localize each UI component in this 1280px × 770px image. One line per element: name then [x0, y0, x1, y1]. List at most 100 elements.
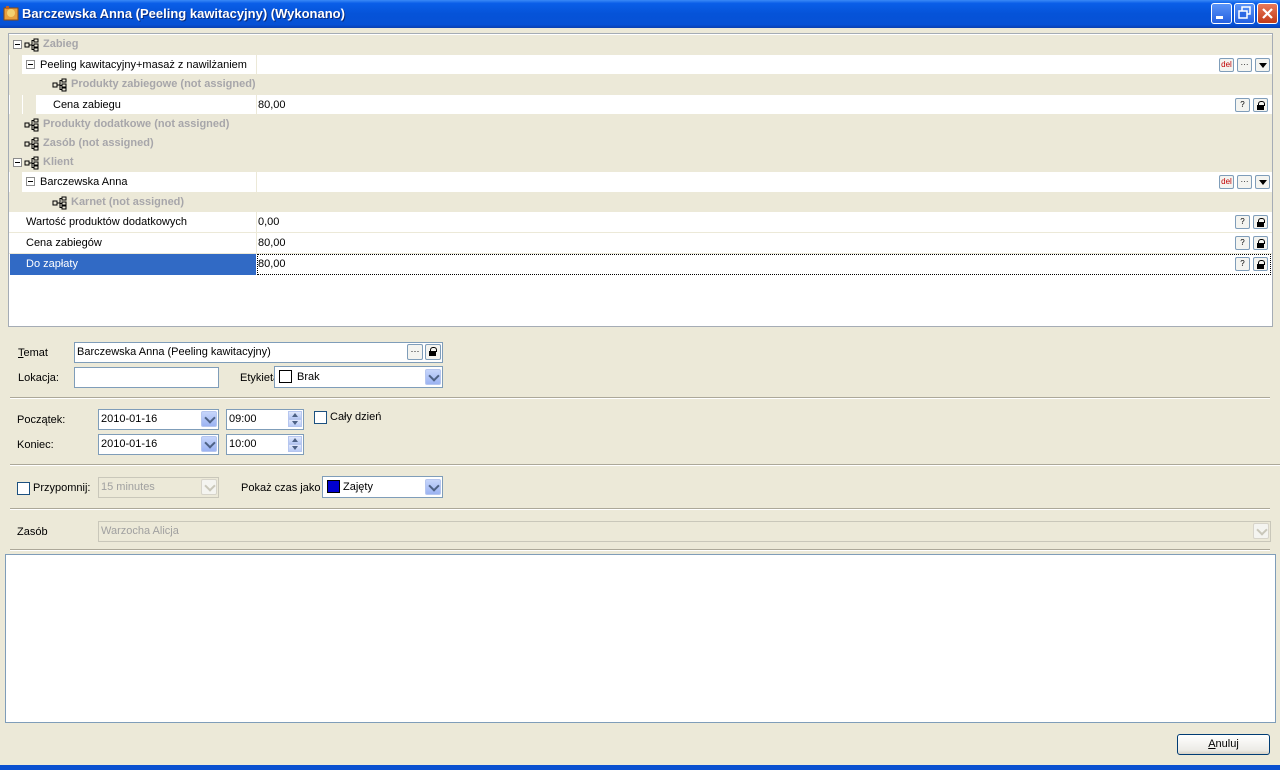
category-label: Karnet (not assigned) [71, 196, 185, 208]
pokaz-value: Zajęty [343, 481, 373, 493]
column-divider [256, 212, 257, 232]
close-button[interactable] [1257, 3, 1278, 24]
collapse-icon[interactable] [26, 177, 35, 186]
koniec-time-spinner[interactable]: 10:00 [226, 434, 304, 455]
wartosc-value[interactable]: 0,00 [258, 216, 279, 228]
lock-icon[interactable] [1253, 98, 1268, 112]
lock-icon[interactable] [1253, 236, 1268, 250]
caly-dzien-label: Cały dzień [330, 411, 382, 423]
browse-button[interactable]: ··· [1237, 58, 1252, 72]
window-bottom-border [0, 765, 1280, 770]
poczatek-date-picker[interactable]: 2010-01-16 [98, 409, 219, 430]
browse-button[interactable]: ··· [407, 344, 423, 360]
category-klient[interactable]: Klient [9, 153, 1272, 172]
hierarchy-icon [52, 196, 67, 210]
tree-indent [10, 172, 22, 192]
temat-value: Barczewska Anna (Peeling kawitacyjny) [77, 346, 271, 358]
cena-zabiegow-row[interactable]: Cena zabiegów 80,00 ? [9, 233, 1272, 254]
separator [10, 549, 1270, 551]
tree-indent [10, 55, 22, 74]
spin-down-icon[interactable] [288, 419, 302, 427]
przypomnij-checkbox[interactable] [17, 482, 30, 495]
etykieta-value: Brak [297, 371, 320, 383]
lokacja-input[interactable] [74, 367, 219, 388]
tree-indent [10, 134, 22, 153]
value-focus-box [257, 254, 1271, 275]
delete-button[interactable]: del [1219, 58, 1234, 72]
notes-textarea[interactable] [5, 554, 1276, 723]
help-button[interactable]: ? [1235, 215, 1250, 229]
spin-down-icon[interactable] [288, 444, 302, 452]
pokaz-select[interactable]: Zajęty [322, 476, 443, 498]
category-zabieg[interactable]: Zabieg [9, 35, 1272, 55]
poczatek-label: Początek: [17, 414, 66, 426]
minimize-button[interactable] [1211, 3, 1232, 24]
temat-field[interactable]: Barczewska Anna (Peeling kawitacyjny) ··… [74, 342, 443, 363]
do-zaplaty-value[interactable]: 80,00 [258, 258, 286, 270]
lock-icon[interactable] [425, 344, 441, 360]
caly-dzien-checkbox[interactable] [314, 411, 327, 424]
dropdown-button[interactable] [1255, 58, 1270, 72]
separator [10, 464, 1280, 466]
spin-up-icon[interactable] [288, 411, 302, 419]
temat-label-text: emat [23, 347, 48, 359]
lock-icon[interactable] [1253, 215, 1268, 229]
property-grid[interactable]: Zabieg Peeling kawitacyjny+masaż z nawil… [8, 33, 1273, 327]
tree-indent [10, 75, 22, 95]
etykieta-select[interactable]: Brak [274, 366, 443, 388]
title-bar[interactable]: Barczewska Anna (Peeling kawitacyjny) (W… [0, 0, 1280, 28]
cena-zabiegu-value[interactable]: 80,00 [258, 99, 286, 111]
zabieg-item-row[interactable]: Peeling kawitacyjny+masaż z nawilżaniem … [9, 55, 1272, 75]
chevron-down-icon[interactable] [201, 436, 217, 452]
zasob-value: Warzocha Alicja [101, 525, 179, 537]
zasob-label: Zasób [17, 526, 48, 538]
anuluj-label-rest: nuluj [1215, 738, 1239, 750]
tree-indent [10, 193, 22, 212]
do-zaplaty-label: Do zapłaty [26, 258, 78, 270]
poczatek-time-value: 09:00 [229, 413, 257, 425]
cena-zabiegow-value[interactable]: 80,00 [258, 237, 286, 249]
chevron-down-icon[interactable] [1253, 523, 1269, 539]
cena-zabiegu-label: Cena zabiegu [53, 99, 121, 111]
category-produkty-zabiegowe[interactable]: Produkty zabiegowe (not assigned) [9, 75, 1272, 95]
column-divider [256, 55, 257, 74]
chevron-down-icon[interactable] [425, 369, 441, 385]
category-karnet[interactable]: Karnet (not assigned) [9, 193, 1272, 212]
help-button[interactable]: ? [1235, 236, 1250, 250]
poczatek-time-spinner[interactable]: 09:00 [226, 409, 304, 430]
collapse-icon[interactable] [13, 158, 22, 167]
anuluj-button[interactable]: Anuluj [1177, 734, 1270, 755]
help-button[interactable]: ? [1235, 98, 1250, 112]
hierarchy-icon [24, 156, 39, 170]
koniec-date-picker[interactable]: 2010-01-16 [98, 434, 219, 455]
wartosc-row[interactable]: Wartość produktów dodatkowych 0,00 ? [9, 212, 1272, 233]
tree-indent [10, 115, 22, 134]
tree-indent [23, 95, 36, 114]
help-button[interactable]: ? [1235, 257, 1250, 271]
chevron-down-icon[interactable] [425, 479, 441, 495]
przypomnij-select[interactable]: 15 minutes [98, 477, 219, 498]
browse-button[interactable]: ··· [1237, 175, 1252, 189]
przypomnij-value: 15 minutes [101, 481, 155, 493]
category-zasob[interactable]: Zasób (not assigned) [9, 134, 1272, 153]
lock-icon[interactable] [1253, 257, 1268, 271]
do-zaplaty-row[interactable]: Do zapłaty 80,00 ? [9, 254, 1272, 275]
chevron-down-icon[interactable] [201, 411, 217, 427]
hierarchy-icon [24, 118, 39, 132]
wartosc-label: Wartość produktów dodatkowych [26, 216, 187, 228]
column-divider [256, 233, 257, 253]
category-produkty-dodatkowe[interactable]: Produkty dodatkowe (not assigned) [9, 115, 1272, 134]
spin-up-icon[interactable] [288, 436, 302, 444]
label-color-swatch [279, 370, 292, 383]
collapse-icon[interactable] [13, 40, 22, 49]
collapse-icon[interactable] [26, 60, 35, 69]
cena-zabiegu-row[interactable]: Cena zabiegu 80,00 ? [9, 95, 1272, 115]
klient-item-row[interactable]: Barczewska Anna del ··· [9, 172, 1272, 193]
category-label: Klient [43, 156, 74, 168]
dropdown-button[interactable] [1255, 175, 1270, 189]
restore-button[interactable] [1234, 3, 1255, 24]
zasob-select[interactable]: Warzocha Alicja [98, 521, 1271, 542]
delete-button[interactable]: del [1219, 175, 1234, 189]
category-label: Produkty dodatkowe (not assigned) [43, 118, 230, 130]
chevron-down-icon[interactable] [201, 479, 217, 495]
